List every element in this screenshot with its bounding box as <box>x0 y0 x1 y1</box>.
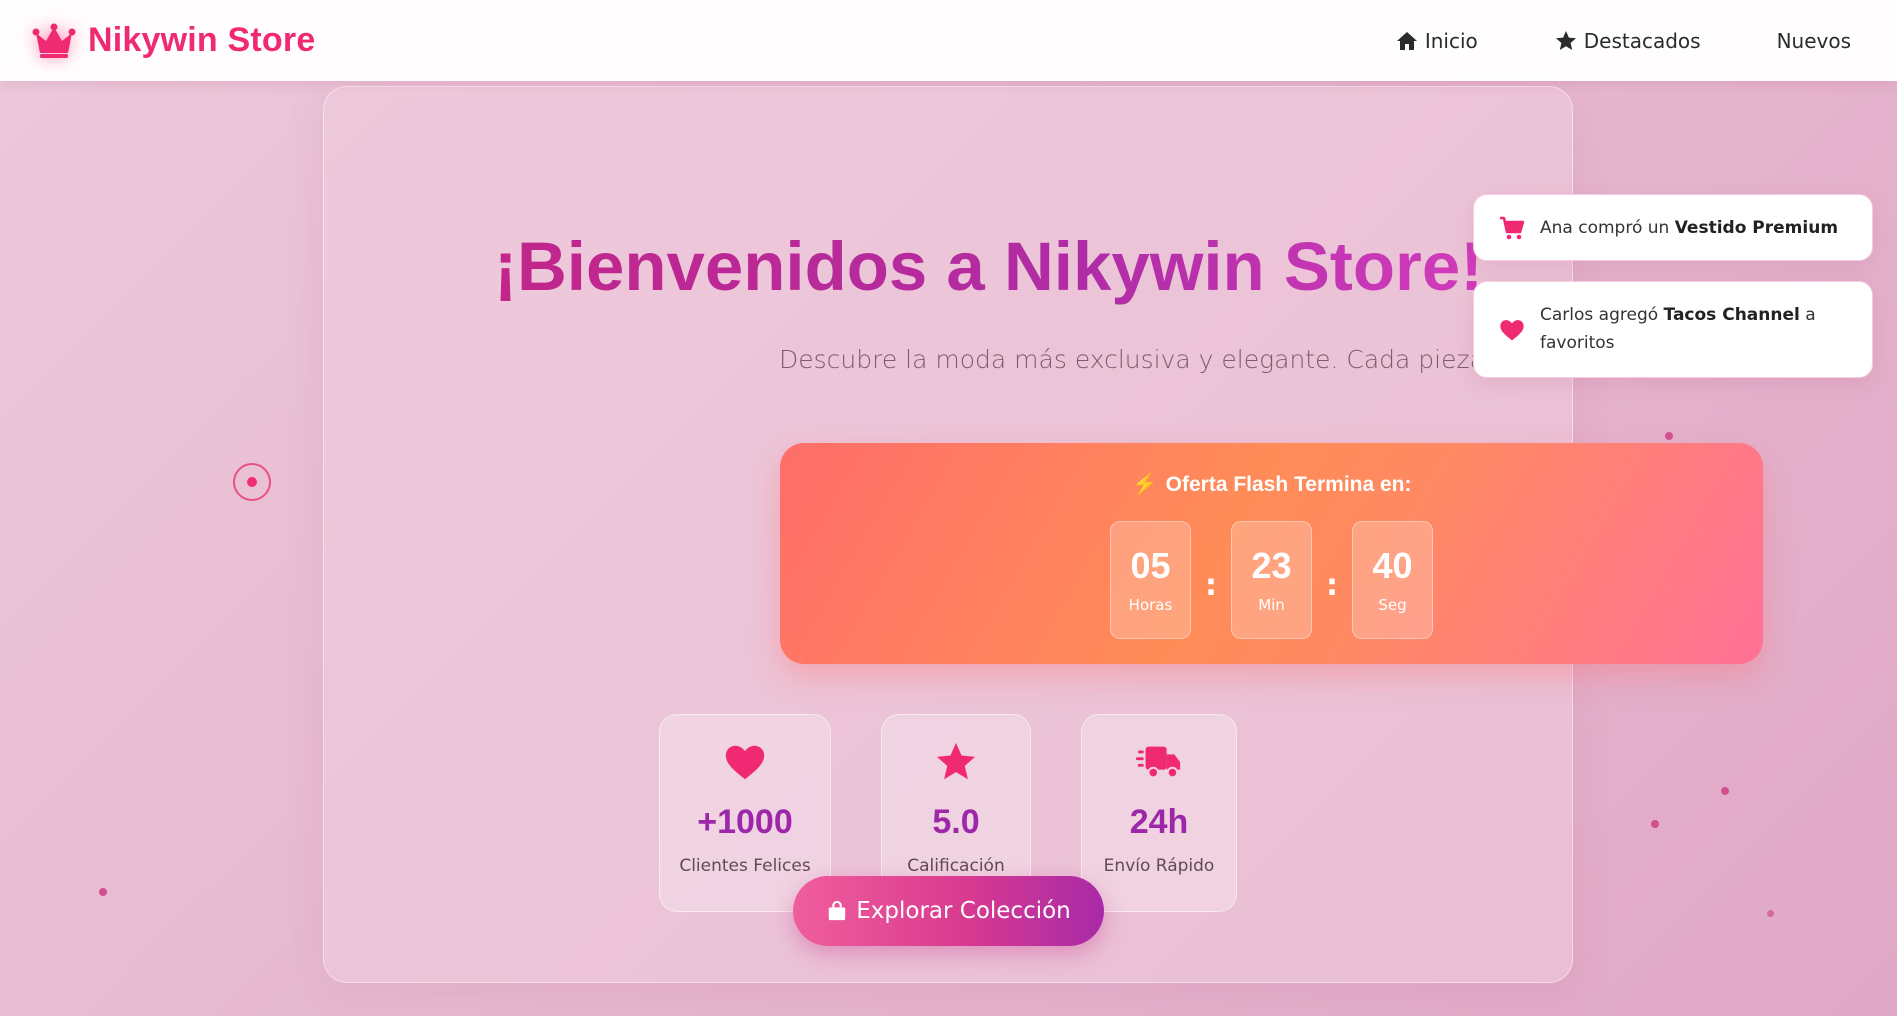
heart-icon <box>1500 319 1524 340</box>
stat-label: Envío Rápido <box>1103 856 1215 876</box>
countdown-timer: 05 Horas : 23 Min : 40 Seg <box>780 521 1763 639</box>
stat-card-clients: +1000 Clientes Felices <box>659 714 831 912</box>
favorite-notification[interactable]: Carlos agregó Tacos Channel a favoritos <box>1473 281 1873 378</box>
stat-label: Clientes Felices <box>679 856 811 876</box>
nav-item-destacados[interactable]: Destacados <box>1554 29 1701 53</box>
flash-sale-banner: ⚡ Oferta Flash Termina en: 05 Horas : 23 … <box>780 443 1763 664</box>
stat-value: 24h <box>1129 803 1189 841</box>
countdown-minutes: 23 Min <box>1231 521 1312 639</box>
decorative-dot <box>1767 910 1774 917</box>
hours-value: 05 <box>1130 545 1171 587</box>
stat-value: 5.0 <box>932 803 980 841</box>
hero-card: ¡Bienvenidos a Nikywin Store! Descubre l… <box>323 86 1819 983</box>
notification-prefix: Carlos agregó <box>1540 305 1664 326</box>
notification-item: Tacos Channel <box>1663 305 1800 326</box>
home-icon <box>1396 31 1417 50</box>
crown-icon <box>32 23 76 58</box>
stat-card-shipping: 24h Envío Rápido <box>1081 714 1237 912</box>
star-icon <box>1555 30 1576 50</box>
purchase-notification[interactable]: Ana compró un Vestido Premium <box>1473 194 1873 261</box>
top-navbar: Nikywin Store Inicio Destacados Nuevos <box>0 0 1897 81</box>
countdown-separator: : <box>1326 567 1338 603</box>
brand-logo[interactable]: Nikywin Store <box>32 21 315 60</box>
hours-label: Horas <box>1128 595 1173 614</box>
star-icon <box>936 742 976 780</box>
cursor-ring <box>233 463 271 501</box>
minutes-label: Min <box>1258 595 1285 614</box>
brand-name: Nikywin Store <box>88 21 316 59</box>
countdown-seconds: 40 Seg <box>1352 521 1433 639</box>
shopping-bag-icon <box>828 900 846 921</box>
decorative-dot <box>99 888 107 896</box>
heart-icon <box>725 745 765 780</box>
stat-value: +1000 <box>697 803 793 841</box>
stat-label: Calificación <box>907 856 1005 876</box>
seconds-value: 40 <box>1372 545 1413 587</box>
notification-text: Carlos agregó Tacos Channel a favoritos <box>1540 302 1848 356</box>
minutes-value: 23 <box>1251 545 1292 587</box>
cart-icon <box>1500 216 1525 239</box>
nav-label-nuevos: Nuevos <box>1776 28 1851 53</box>
hero-title: ¡Bienvenidos a Nikywin Store! <box>494 227 1572 306</box>
decorative-dot <box>1721 787 1729 795</box>
decorative-dot <box>1665 432 1673 440</box>
countdown-hours: 05 Horas <box>1110 521 1191 639</box>
main-nav: Inicio Destacados Nuevos <box>1395 29 1851 53</box>
flash-sale-title: ⚡ Oferta Flash Termina en: <box>780 473 1763 497</box>
flash-title-text: Oferta Flash Termina en: <box>1165 473 1412 496</box>
nav-label-destacados: Destacados <box>1583 28 1701 53</box>
bolt-icon: ⚡ <box>1131 473 1158 496</box>
explore-collection-button[interactable]: Explorar Colección <box>793 876 1104 946</box>
nav-item-nuevos[interactable]: Nuevos <box>1777 29 1851 53</box>
decorative-dot <box>1651 820 1659 828</box>
truck-icon <box>1136 746 1181 779</box>
nav-item-inicio[interactable]: Inicio <box>1395 29 1478 53</box>
notification-text: Ana compró un Vestido Premium <box>1540 218 1838 238</box>
notification-prefix: Ana compró un <box>1540 217 1675 238</box>
countdown-separator: : <box>1205 567 1217 603</box>
notification-item: Vestido Premium <box>1674 217 1839 238</box>
nav-label-inicio: Inicio <box>1424 28 1478 53</box>
seconds-label: Seg <box>1378 595 1407 614</box>
explore-collection-label: Explorar Colección <box>856 898 1071 924</box>
